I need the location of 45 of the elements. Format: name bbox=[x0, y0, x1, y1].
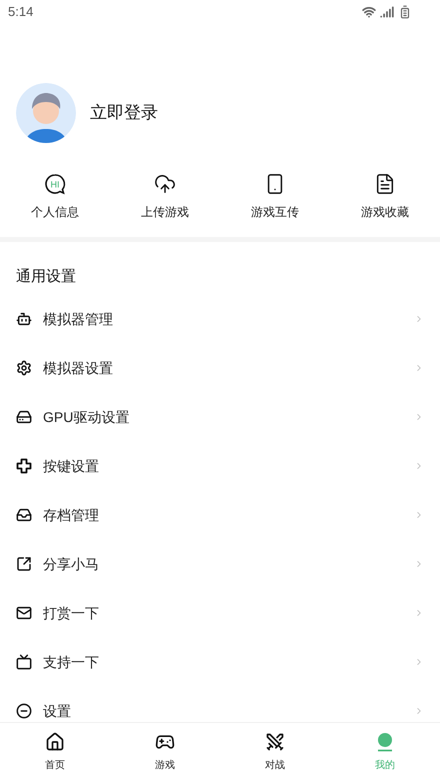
envelope-icon bbox=[16, 605, 32, 621]
wifi-icon bbox=[362, 5, 376, 19]
avatar bbox=[16, 83, 76, 143]
nav-tab[interactable]: 首页 bbox=[0, 723, 110, 782]
row-label: 分享小马 bbox=[43, 554, 100, 574]
status-time: 5:14 bbox=[8, 3, 34, 22]
home-icon bbox=[45, 732, 65, 752]
row-label: GPU驱动设置 bbox=[43, 408, 130, 426]
settings-row[interactable]: 分享小马 bbox=[0, 540, 440, 588]
row-label: 设置 bbox=[43, 702, 72, 720]
swords-icon bbox=[265, 732, 285, 752]
document-icon bbox=[374, 173, 396, 195]
settings-row[interactable]: 按键设置 bbox=[0, 442, 440, 490]
plus-icon bbox=[16, 458, 32, 474]
login-button[interactable]: 立即登录 bbox=[90, 100, 158, 126]
row-label: 模拟器管理 bbox=[43, 310, 114, 328]
shortcut-button[interactable]: 游戏互传 bbox=[220, 173, 330, 221]
row-label: 支持一下 bbox=[43, 652, 100, 672]
row-label: 模拟器设置 bbox=[43, 358, 114, 378]
battery-icon bbox=[398, 5, 412, 19]
shortcut-button[interactable]: 游戏收藏 bbox=[330, 173, 440, 221]
tray-icon bbox=[16, 507, 32, 523]
shortcut-button[interactable]: 上传游戏 bbox=[110, 173, 220, 221]
settings-row[interactable]: 模拟器管理 bbox=[0, 294, 440, 344]
settings-row[interactable]: GPU驱动设置 bbox=[0, 392, 440, 442]
settings-row[interactable]: 打赏一下 bbox=[0, 588, 440, 638]
person-icon bbox=[375, 732, 395, 752]
nav-tab[interactable]: 对战 bbox=[220, 723, 330, 782]
shortcut-button[interactable]: HI 个人信息 bbox=[0, 173, 110, 221]
speech-bubble-icon: HI bbox=[44, 173, 66, 195]
cloud-upload-icon bbox=[154, 173, 176, 195]
row-label: 按键设置 bbox=[43, 456, 100, 476]
section-title: 通用设置 bbox=[15, 267, 77, 287]
robot-icon bbox=[16, 311, 32, 327]
row-label: 存档管理 bbox=[43, 506, 100, 524]
tv-icon bbox=[16, 654, 32, 670]
settings-row[interactable]: 设置 bbox=[0, 686, 440, 722]
drive-icon bbox=[16, 409, 32, 425]
settings-row[interactable]: 存档管理 bbox=[0, 490, 440, 540]
signal-icon bbox=[380, 5, 394, 19]
share-icon bbox=[16, 556, 32, 572]
nav-tab[interactable]: 游戏 bbox=[110, 723, 220, 782]
settings-row[interactable]: 支持一下 bbox=[0, 638, 440, 686]
settings-row[interactable]: 模拟器设置 bbox=[0, 344, 440, 392]
row-label: 打赏一下 bbox=[43, 604, 100, 622]
